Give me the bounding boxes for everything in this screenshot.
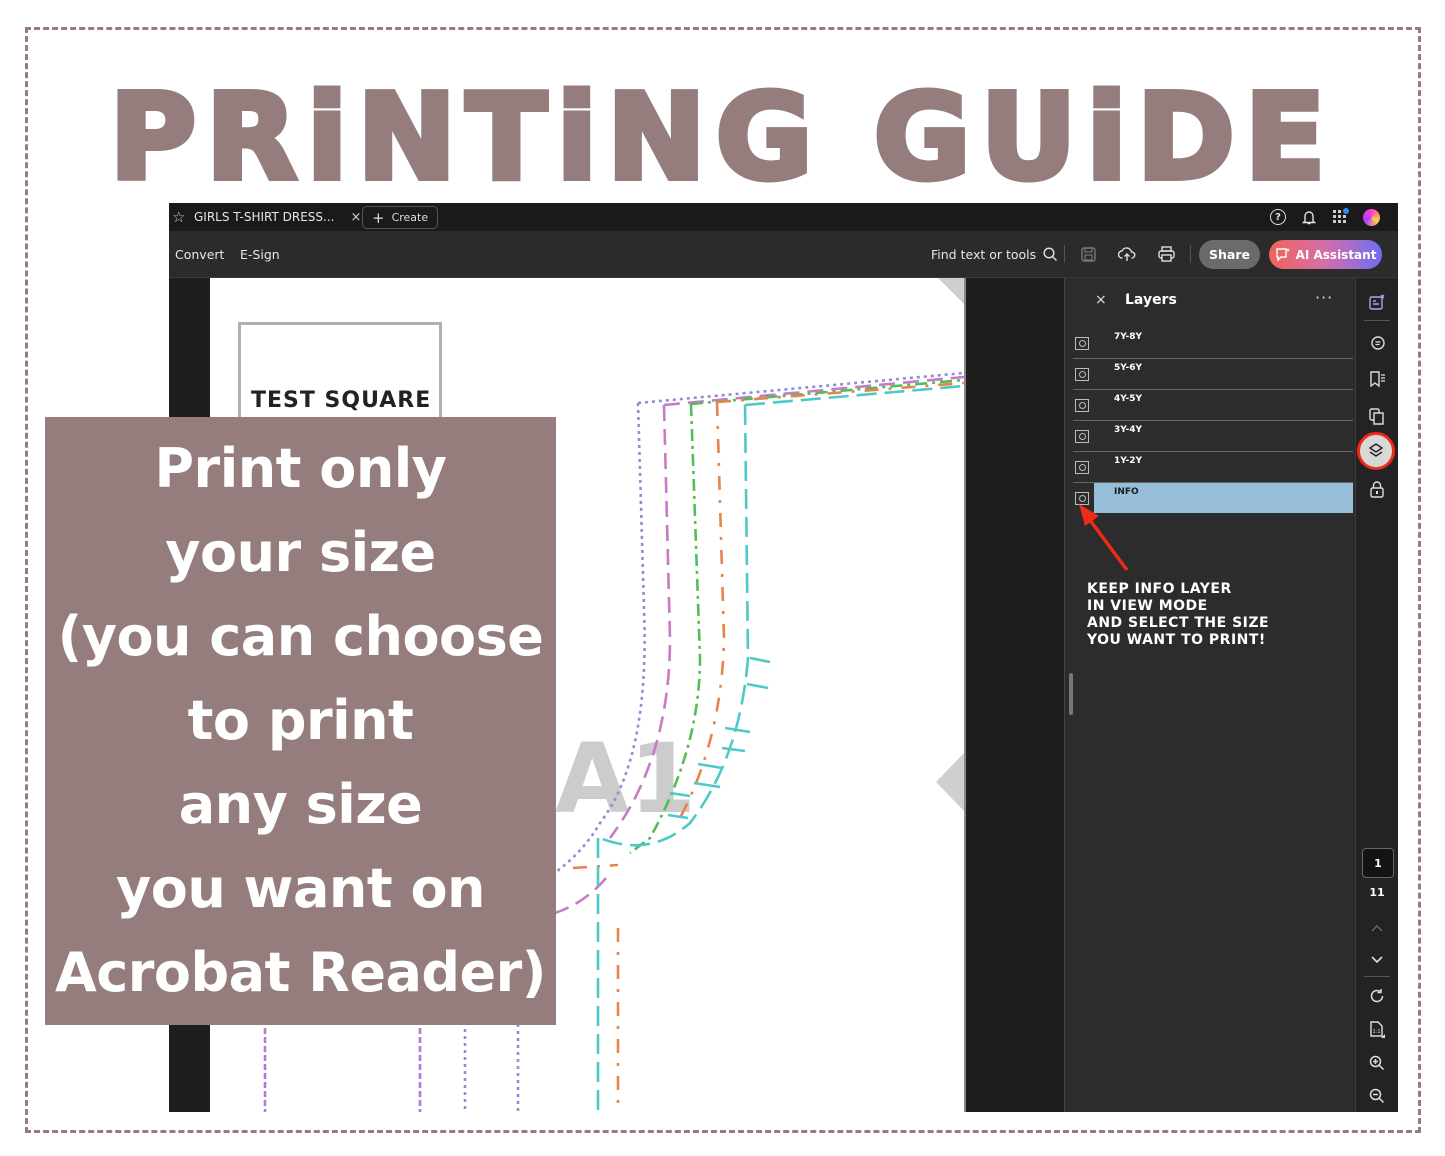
svg-text:1:1: 1:1: [1373, 1029, 1381, 1035]
create-button[interactable]: + Create: [362, 206, 439, 229]
cloud-upload-icon[interactable]: [1116, 243, 1138, 265]
pattern-line-4y5y: [629, 378, 964, 855]
print-icon[interactable]: [1155, 243, 1177, 265]
instruction-line: to print: [187, 689, 414, 752]
page-fold: [938, 278, 964, 304]
plus-icon: +: [372, 208, 385, 227]
divider: [1364, 976, 1390, 977]
apps-icon[interactable]: [1331, 208, 1349, 226]
tab-title: GIRLS T-SHIRT DRESS...: [194, 210, 335, 224]
bell-icon[interactable]: [1300, 208, 1318, 226]
title-bar: ☆ GIRLS T-SHIRT DRESS... × + Create ?: [169, 203, 1398, 231]
rotate-icon[interactable]: [1367, 986, 1387, 1006]
panel-resize-handle[interactable]: [1069, 673, 1073, 715]
divider: [1364, 320, 1390, 321]
convert-menu[interactable]: Convert: [175, 231, 224, 277]
share-button[interactable]: Share: [1199, 240, 1260, 269]
chevron-down-icon[interactable]: [1367, 950, 1387, 970]
edit-pdf-icon[interactable]: [1367, 292, 1387, 312]
pattern-line-7y8y: [516, 371, 964, 1112]
annotation-note: KEEP INFO LAYER IN VIEW MODE AND SELECT …: [1087, 581, 1269, 649]
notification-dot: [1343, 208, 1349, 214]
zoom-in-icon[interactable]: [1367, 1053, 1387, 1073]
divider: [1190, 245, 1191, 263]
pattern-line-3y4y: [572, 381, 964, 1112]
avatar[interactable]: [1362, 208, 1380, 226]
toolbar: Convert E-Sign Find text or tools Share …: [169, 231, 1398, 278]
save-icon[interactable]: [1077, 243, 1099, 265]
create-label: Create: [391, 211, 429, 224]
instruction-line: any size: [178, 773, 423, 836]
note-line: YOU WANT TO PRINT!: [1087, 632, 1266, 648]
note-line: KEEP INFO LAYER: [1087, 581, 1232, 597]
instruction-line: Acrobat Reader): [55, 941, 546, 1004]
ai-assistant-button[interactable]: AI Assistant: [1269, 240, 1382, 269]
star-icon[interactable]: ☆: [172, 208, 190, 226]
red-arrow-icon: [1079, 504, 1129, 572]
instruction-line: (you can choose: [57, 605, 544, 668]
note-line: IN VIEW MODE: [1087, 598, 1208, 614]
ai-assistant-label: AI Assistant: [1295, 247, 1377, 262]
zoom-out-icon[interactable]: [1367, 1086, 1387, 1106]
bookmark-icon[interactable]: [1367, 369, 1387, 389]
find-tools-button[interactable]: Find text or tools: [931, 231, 1058, 277]
close-tab-icon[interactable]: ×: [350, 210, 361, 225]
right-rail: 1 11 1:1: [1355, 278, 1398, 1112]
lock-icon[interactable]: [1367, 479, 1387, 499]
pattern-line-1y2y: [596, 384, 964, 1112]
guide-title: PRiNTiNG GUiDE: [107, 65, 1336, 209]
divider: [1064, 245, 1065, 263]
actual-size-icon[interactable]: 1:1: [1367, 1019, 1387, 1039]
notch-marks: [667, 656, 771, 820]
current-page-input[interactable]: 1: [1362, 848, 1394, 878]
find-label: Find text or tools: [931, 246, 1037, 262]
note-line: AND SELECT THE SIZE: [1087, 615, 1270, 631]
pages-icon[interactable]: [1367, 406, 1387, 426]
instruction-line: you want on: [116, 857, 485, 920]
comment-icon[interactable]: [1367, 333, 1387, 353]
document-tab[interactable]: ☆ GIRLS T-SHIRT DRESS... ×: [169, 203, 361, 231]
instruction-box: Print only your size (you can choose to …: [45, 417, 556, 1025]
instruction-line: Print only: [154, 437, 447, 500]
search-icon: [1043, 246, 1058, 261]
next-page-arrow[interactable]: [936, 753, 964, 811]
chevron-up-icon[interactable]: [1367, 918, 1387, 938]
ai-chat-icon: [1275, 248, 1290, 262]
layers-panel: × Layers ··· 7Y-8Y 5Y-6Y 4Y-5Y 3Y-4Y 1Y-…: [1064, 278, 1355, 1112]
layers-icon[interactable]: [1357, 432, 1395, 470]
pattern-line-5y6y: [554, 375, 964, 915]
total-pages: 11: [1369, 886, 1385, 899]
esign-menu[interactable]: E-Sign: [240, 231, 280, 277]
instruction-line: your size: [165, 521, 436, 584]
help-icon[interactable]: ?: [1269, 208, 1287, 226]
